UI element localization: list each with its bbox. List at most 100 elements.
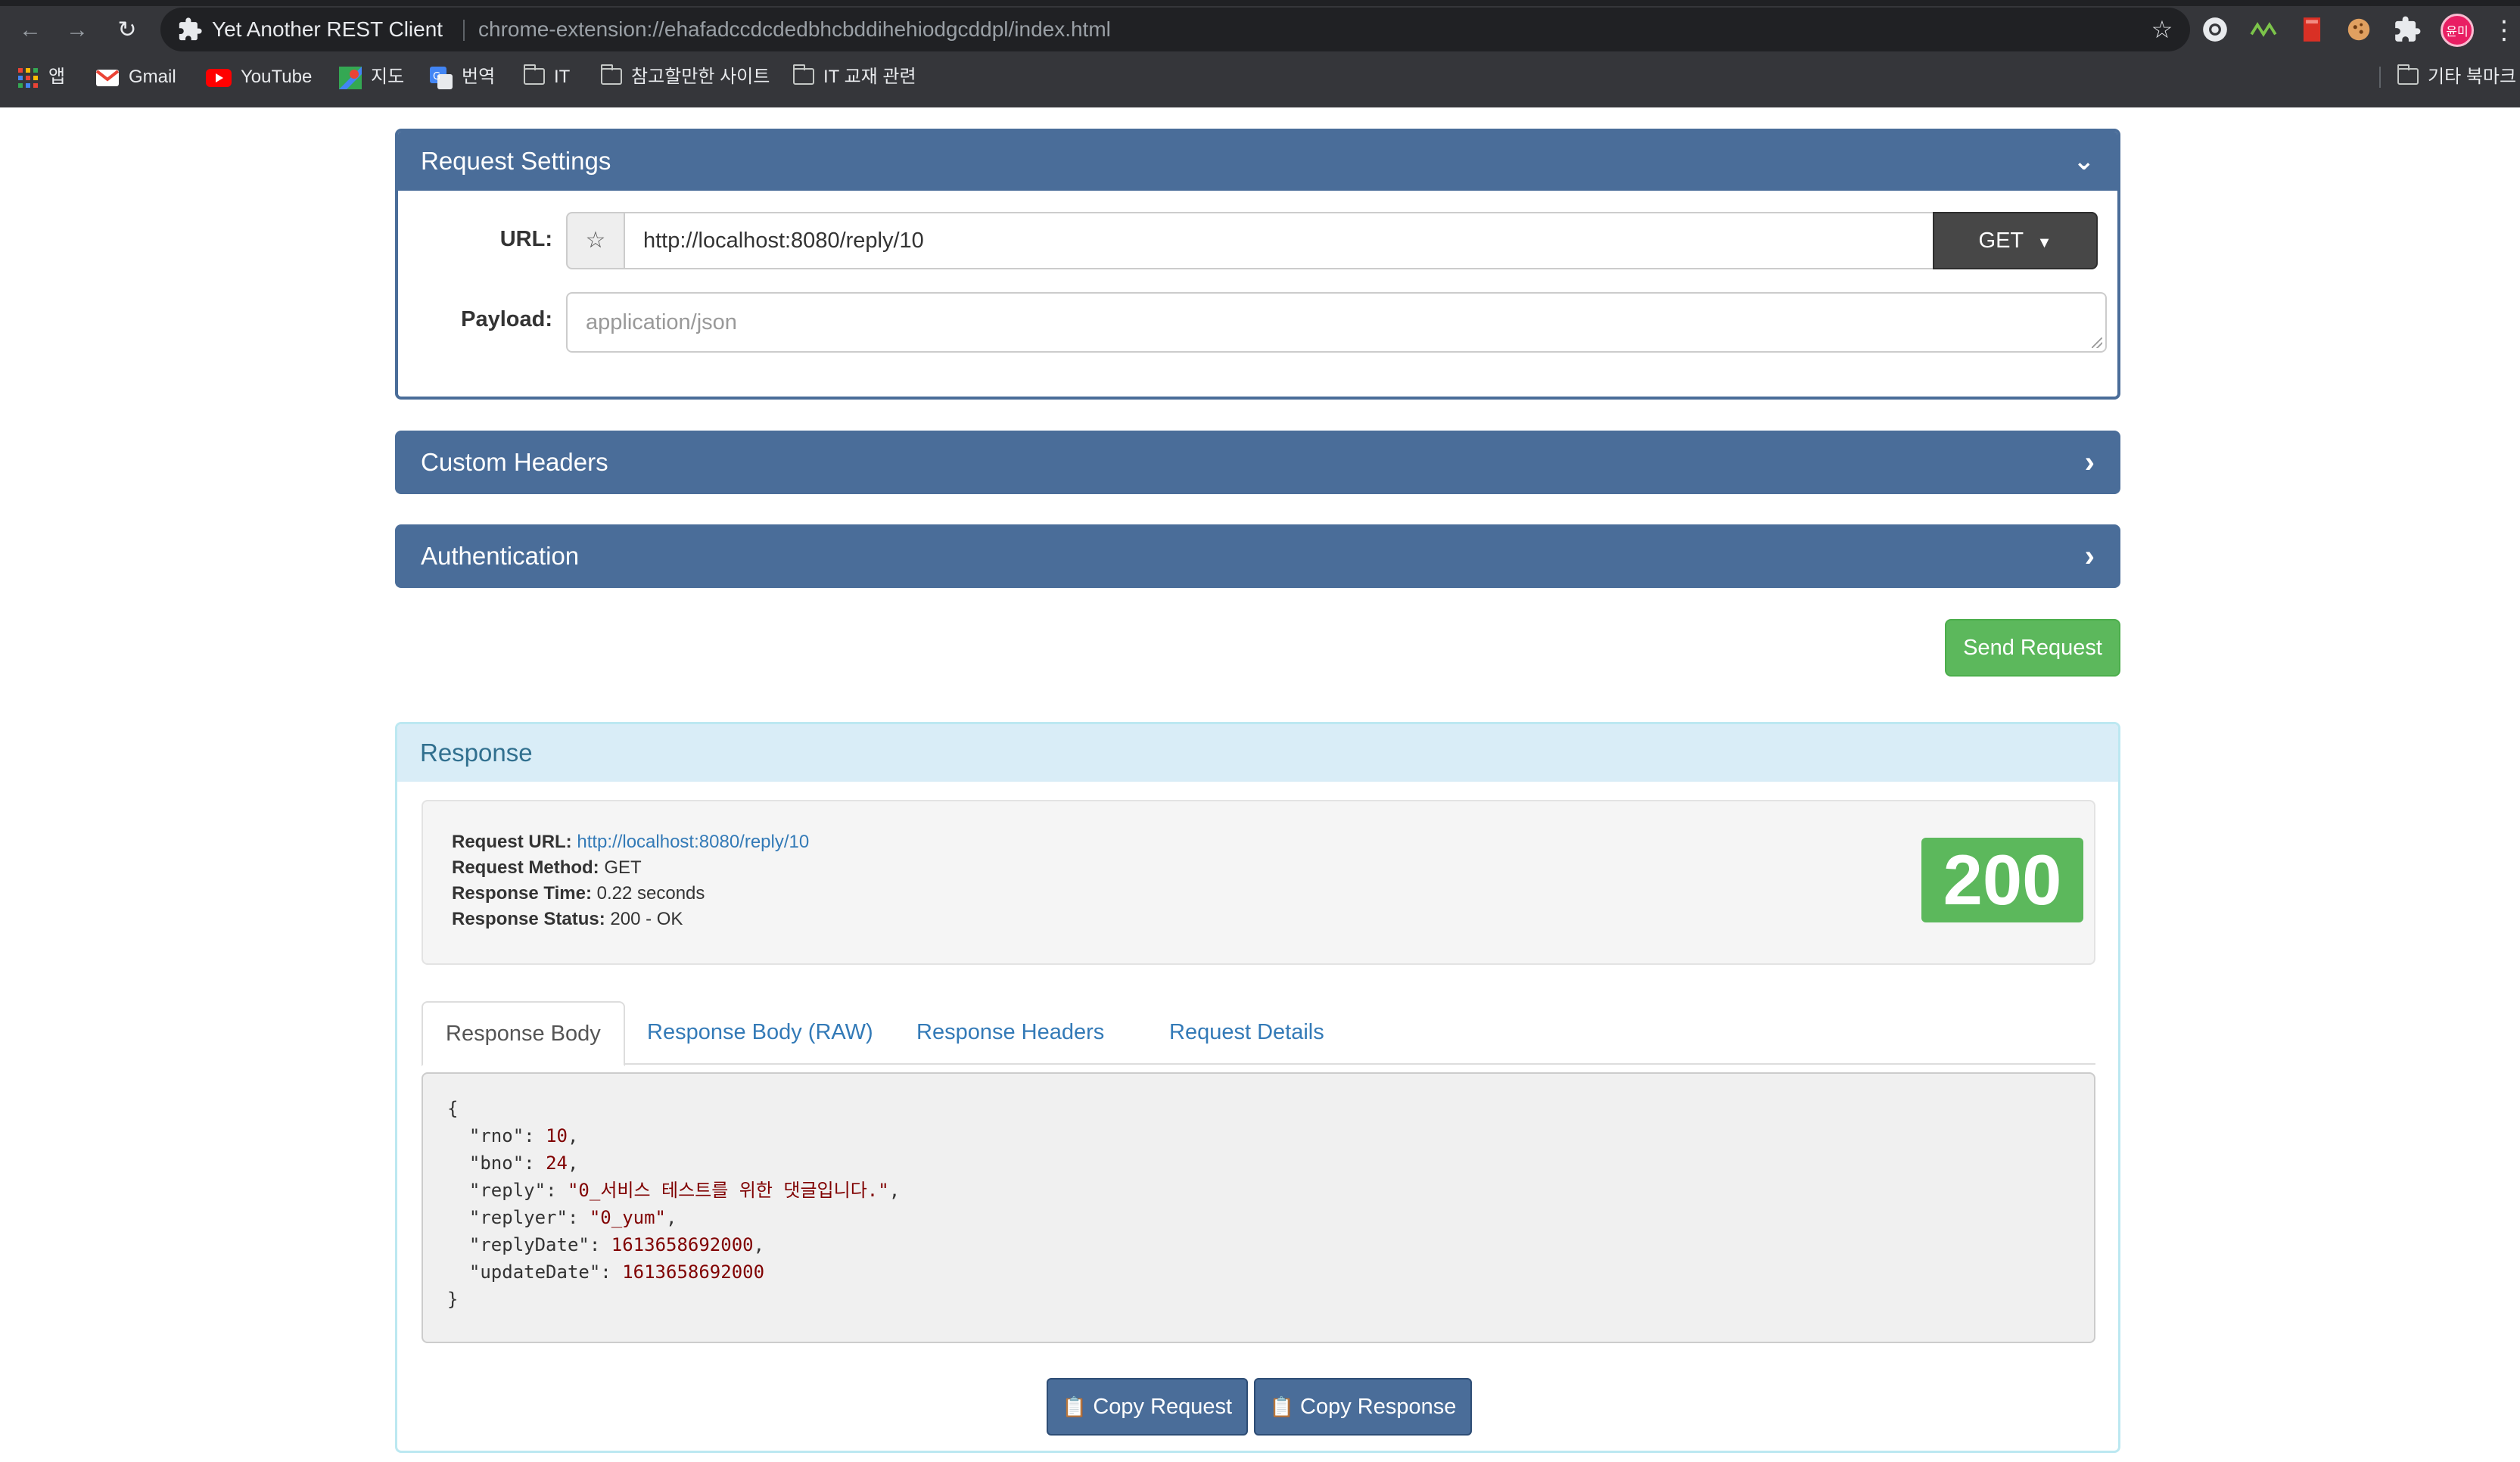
extensions-menu-icon[interactable]: [2393, 15, 2422, 44]
gmail-icon: [95, 69, 120, 86]
bookmark-label: 참고할만한 사이트: [631, 67, 770, 87]
bookmark-label: 번역: [462, 67, 496, 87]
payload-label: Payload:: [461, 307, 552, 331]
bookmark-label: 지도: [371, 67, 405, 87]
page-content: Request Settings ⌄ URL: ☆ http://localho…: [0, 107, 2520, 1462]
request-settings-header[interactable]: Request Settings ⌄: [398, 132, 2117, 191]
response-panel: Response Request URL: http://localhost:8…: [395, 722, 2120, 1453]
payload-placeholder: application/json: [586, 310, 737, 334]
address-bar[interactable]: Yet Another REST Client chrome-extension…: [160, 8, 2190, 51]
request-method-value: GET: [604, 857, 642, 878]
json-value-bno: 24: [546, 1152, 568, 1174]
send-request-button[interactable]: Send Request: [1945, 619, 2120, 677]
tab-response-body-raw[interactable]: Response Body (RAW): [624, 1001, 896, 1065]
profile-avatar[interactable]: 윤미: [2441, 14, 2474, 47]
request-settings-title: Request Settings: [421, 147, 611, 175]
response-time-value: 0.22 seconds: [596, 883, 705, 904]
response-summary: Request URL: http://localhost:8080/reply…: [422, 800, 2095, 965]
response-status-value: 200 - OK: [610, 909, 683, 929]
tab-strip: [0, 0, 2520, 6]
response-status-label: Response Status:: [452, 909, 605, 929]
response-time-line: Response Time: 0.22 seconds: [452, 883, 705, 904]
request-url-link[interactable]: http://localhost:8080/reply/10: [577, 832, 809, 852]
bookmark-gmail[interactable]: Gmail: [95, 61, 176, 94]
bookmark-star-icon[interactable]: ☆: [2148, 15, 2176, 44]
bookmark-folder-it[interactable]: IT: [524, 61, 570, 94]
response-title: Response: [397, 724, 2118, 782]
payload-textarea[interactable]: application/json: [566, 292, 2107, 353]
bookmark-folder-references[interactable]: 참고할만한 사이트: [601, 61, 770, 94]
copy-request-label: Copy Request: [1093, 1395, 1233, 1419]
browser-menu-icon[interactable]: ⋮: [2491, 14, 2517, 47]
bookmark-label: IT: [554, 67, 571, 87]
url-label: URL:: [499, 227, 552, 251]
url-input[interactable]: http://localhost:8080/reply/10: [624, 212, 1934, 269]
request-url-line: Request URL: http://localhost:8080/reply…: [452, 832, 809, 853]
bookmark-maps[interactable]: 지도: [339, 61, 404, 94]
address-url[interactable]: chrome-extension://ehafadccdcdedbhcbddih…: [478, 8, 1111, 51]
json-value-replyer: "0_yum": [589, 1207, 667, 1228]
request-method-line: Request Method: GET: [452, 857, 642, 879]
response-tabs: Response Body Response Body (RAW) Respon…: [422, 1001, 2095, 1066]
json-key: "replyDate": [468, 1234, 590, 1255]
json-key: "rno": [468, 1125, 524, 1146]
page-title: Yet Another REST Client: [212, 17, 443, 41]
json-value-rno: 10: [546, 1125, 568, 1146]
bookmark-other[interactable]: 기타 북마크: [2397, 61, 2516, 94]
bookmark-folder-it-books[interactable]: IT 교재 관련: [793, 61, 916, 94]
response-status-line: Response Status: 200 - OK: [452, 909, 683, 930]
copy-response-button[interactable]: 📋 Copy Response: [1254, 1378, 1472, 1436]
apps-grid-icon: [18, 67, 38, 88]
extension-wave-icon[interactable]: [2249, 15, 2278, 44]
response-body-json: { "rno": 10, "bno": 24, "reply": "0_서비스 …: [422, 1072, 2095, 1343]
folder-icon: [601, 64, 622, 85]
favorite-star-icon[interactable]: ☆: [566, 212, 625, 269]
clipboard-icon: 📋: [1062, 1395, 1087, 1418]
bookmark-label: YouTube: [241, 67, 313, 87]
bookmark-label: 기타 북마크: [2428, 67, 2517, 87]
bookmark-label: Gmail: [129, 67, 176, 87]
youtube-icon: [206, 68, 232, 87]
tab-response-body[interactable]: Response Body: [422, 1001, 625, 1066]
caret-down-icon: ▼: [2036, 235, 2052, 251]
bookmark-translate[interactable]: G 번역: [430, 61, 495, 94]
copy-request-button[interactable]: 📋 Copy Request: [1047, 1378, 1248, 1436]
folder-icon: [793, 64, 814, 85]
request-url-label: Request URL:: [452, 832, 572, 852]
custom-headers-title: Custom Headers: [421, 448, 608, 476]
tab-response-headers[interactable]: Response Headers: [894, 1001, 1127, 1065]
tab-request-details[interactable]: Request Details: [1146, 1001, 1347, 1065]
forward-button[interactable]: →: [62, 15, 92, 45]
browser-toolbar: ← → ↻ Yet Another REST Client chrome-ext…: [0, 0, 2520, 107]
back-button[interactable]: ←: [15, 15, 45, 45]
json-key: "updateDate": [468, 1261, 601, 1283]
chevron-down-icon: ⌄: [2073, 147, 2095, 176]
clipboard-icon: 📋: [1269, 1395, 1294, 1418]
resize-grip-icon[interactable]: [2092, 338, 2102, 348]
extension-cookie-icon[interactable]: [2344, 15, 2373, 44]
copy-response-label: Copy Response: [1300, 1395, 1457, 1419]
chevron-right-icon: ›: [2084, 540, 2095, 573]
bookmark-label: 앱: [48, 67, 66, 87]
maps-icon: [339, 66, 362, 89]
bookmark-youtube[interactable]: YouTube: [206, 61, 312, 94]
extension-puzzle-icon: [179, 17, 202, 41]
authentication-title: Authentication: [421, 542, 580, 570]
custom-headers-panel[interactable]: Custom Headers ›: [395, 431, 2120, 494]
folder-icon: [2397, 64, 2419, 85]
authentication-panel[interactable]: Authentication ›: [395, 524, 2120, 588]
json-key: "bno": [468, 1152, 524, 1174]
json-value-reply: "0_서비스 테스트를 위한 댓글입니다.": [567, 1180, 889, 1201]
json-value-replydate: 1613658692000: [611, 1234, 754, 1255]
extension-book-icon[interactable]: [2298, 15, 2326, 44]
method-dropdown-button[interactable]: GET ▼: [1933, 212, 2098, 269]
address-separator: [463, 20, 465, 41]
json-key: "replyer": [468, 1207, 568, 1228]
reload-button[interactable]: ↻: [112, 15, 142, 45]
bookmark-apps[interactable]: 앱: [17, 61, 65, 94]
extension-circle-icon[interactable]: [2201, 15, 2229, 44]
response-time-label: Response Time:: [452, 883, 592, 904]
json-value-updatedate: 1613658692000: [622, 1261, 765, 1283]
status-code-badge: 200: [1921, 838, 2083, 922]
request-settings-panel: Request Settings ⌄ URL: ☆ http://localho…: [395, 129, 2120, 400]
